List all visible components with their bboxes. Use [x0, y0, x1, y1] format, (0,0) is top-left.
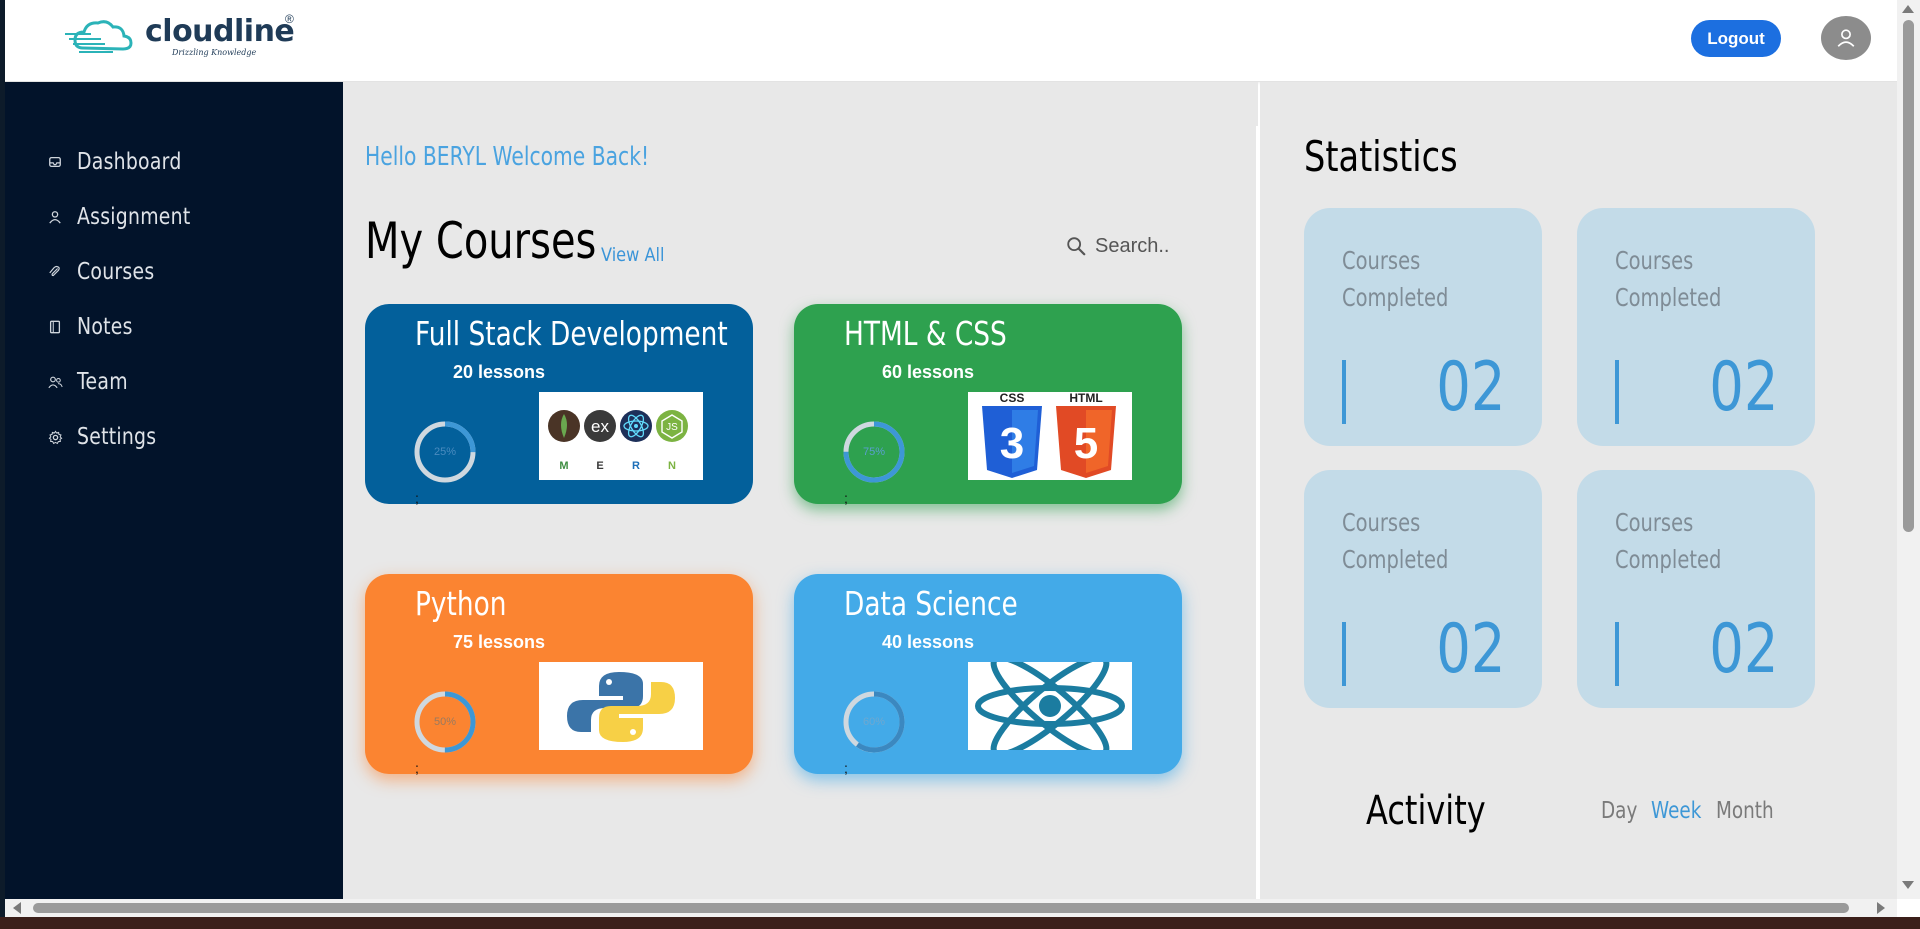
period-tab-week[interactable]: Week — [1651, 798, 1701, 824]
horizontal-scroll-thumb[interactable] — [33, 903, 1849, 913]
progress-label: 25% — [433, 446, 457, 458]
course-note: ; — [844, 490, 848, 506]
course-lessons: 20 lessons — [453, 362, 546, 382]
course-card-data-science[interactable]: Data Science 40 lessons 60% ; — [794, 574, 1182, 776]
top-header: cloudline ® Drizzling Knowledge Logout — [5, 0, 1897, 82]
main-content: Hello BERYL Welcome Back! My Courses Vie… — [343, 82, 1258, 899]
course-card-python[interactable]: Python 75 lessons 50% ; — [365, 574, 753, 776]
sidebar-item-assignment[interactable]: Assignment — [47, 199, 215, 235]
mern-letter: N — [668, 460, 676, 472]
stat-value: 02 — [1709, 348, 1779, 427]
paperclip-icon — [47, 264, 63, 280]
stat-label: Courses Completed — [1342, 246, 1449, 312]
stat-label: Courses Completed — [1615, 508, 1722, 574]
sidebar-item-courses[interactable]: Courses — [47, 254, 171, 290]
mern-logos-image: ex JS M E R N — [539, 392, 703, 480]
cloud-icon — [65, 20, 133, 53]
course-note: ; — [415, 760, 419, 776]
sidebar-item-settings[interactable]: Settings — [47, 419, 174, 455]
avatar[interactable] — [1821, 16, 1871, 60]
mern-letter: M — [559, 460, 568, 472]
progress-label: 50% — [433, 716, 457, 728]
course-title: Python — [415, 584, 507, 623]
welcome-message: Hello BERYL Welcome Back! — [365, 142, 650, 172]
progress-label: 60% — [862, 716, 886, 728]
stat-label: Courses Completed — [1342, 508, 1449, 574]
html-label: HTML — [1069, 392, 1102, 405]
course-lessons: 75 lessons — [453, 632, 546, 652]
stat-value: 02 — [1436, 348, 1506, 427]
js-glyph: JS — [666, 422, 678, 433]
stat-card: Courses Completed 02 — [1577, 470, 1815, 708]
ex-glyph: ex — [591, 417, 609, 436]
inbox-icon — [47, 154, 63, 170]
sidebar: Dashboard Assignment Courses Notes Team — [5, 82, 343, 899]
stat-accent-bar — [1615, 360, 1619, 424]
search-input[interactable] — [1095, 234, 1185, 258]
progress-label: 75% — [862, 446, 886, 458]
sidebar-item-label: Courses — [77, 259, 155, 285]
sidebar-item-label: Assignment — [77, 204, 191, 230]
sidebar-item-label: Team — [77, 369, 128, 395]
stat-accent-bar — [1615, 622, 1619, 686]
activity-title: Activity — [1366, 788, 1486, 834]
course-title: HTML & CSS — [844, 314, 1007, 353]
logo-tagline: Drizzling Knowledge — [172, 48, 257, 57]
mern-letter: R — [632, 460, 640, 472]
css-label: CSS — [1000, 392, 1025, 405]
app-window: cloudline ® Drizzling Knowledge Logout D… — [0, 0, 1920, 929]
search-box[interactable] — [1065, 228, 1185, 264]
stat-accent-bar — [1342, 360, 1346, 424]
sidebar-item-team[interactable]: Team — [47, 364, 139, 400]
taskbar-strip — [0, 917, 1920, 929]
logout-button[interactable]: Logout — [1691, 20, 1781, 57]
python-logo-image — [539, 662, 703, 750]
logo-registered-mark: ® — [285, 12, 294, 26]
notebook-icon — [47, 319, 63, 335]
atom-logo-image — [968, 662, 1132, 750]
gear-icon — [47, 429, 63, 445]
scroll-down-icon[interactable] — [1901, 880, 1915, 890]
stat-label: Courses Completed — [1615, 246, 1722, 312]
course-title: Data Science — [844, 584, 1018, 623]
stat-card: Courses Completed 02 — [1577, 208, 1815, 446]
stat-card: Courses Completed 02 — [1304, 470, 1542, 708]
statistics-panel: Statistics Courses Completed 02 Courses … — [1260, 82, 1897, 899]
statistics-title: Statistics — [1304, 132, 1458, 181]
vertical-scroll-thumb[interactable] — [1903, 20, 1914, 532]
view-all-link[interactable]: View All — [601, 244, 664, 266]
scroll-right-icon[interactable] — [1876, 901, 1886, 915]
course-card-html-css[interactable]: HTML & CSS 60 lessons 75% ; CSS HTML 3 5 — [794, 304, 1182, 506]
period-tab-day[interactable]: Day — [1601, 798, 1637, 824]
css-number: 3 — [1000, 419, 1024, 468]
stat-card: Courses Completed 02 — [1304, 208, 1542, 446]
course-note: ; — [844, 760, 848, 776]
course-card-full-stack[interactable]: Full Stack Development 20 lessons 25% ; … — [365, 304, 753, 506]
stat-value: 02 — [1709, 610, 1779, 689]
course-title: Full Stack Development — [415, 314, 728, 353]
period-tab-month[interactable]: Month — [1716, 798, 1774, 824]
course-lessons: 60 lessons — [882, 362, 975, 382]
course-note: ; — [415, 490, 419, 506]
sidebar-item-label: Notes — [77, 314, 133, 340]
sidebar-item-notes[interactable]: Notes — [47, 309, 145, 345]
sidebar-item-dashboard[interactable]: Dashboard — [47, 144, 204, 180]
stat-accent-bar — [1342, 622, 1346, 686]
user-icon — [47, 209, 63, 225]
scroll-left-icon[interactable] — [12, 901, 22, 915]
user-icon — [1837, 29, 1855, 47]
page-title: My Courses — [365, 212, 597, 270]
logo-text: cloudline — [145, 14, 295, 49]
html-number: 5 — [1074, 419, 1098, 468]
team-icon — [47, 374, 63, 390]
cloudline-logo[interactable]: cloudline ® Drizzling Knowledge — [65, 12, 305, 62]
sidebar-item-label: Settings — [77, 424, 157, 450]
sidebar-item-label: Dashboard — [77, 149, 182, 175]
scroll-up-icon[interactable] — [1901, 4, 1915, 14]
course-lessons: 40 lessons — [882, 632, 975, 652]
mern-letter: E — [596, 460, 603, 472]
search-icon — [1067, 237, 1086, 256]
html-css-logos-image: CSS HTML 3 5 — [968, 392, 1132, 480]
stat-value: 02 — [1436, 610, 1506, 689]
